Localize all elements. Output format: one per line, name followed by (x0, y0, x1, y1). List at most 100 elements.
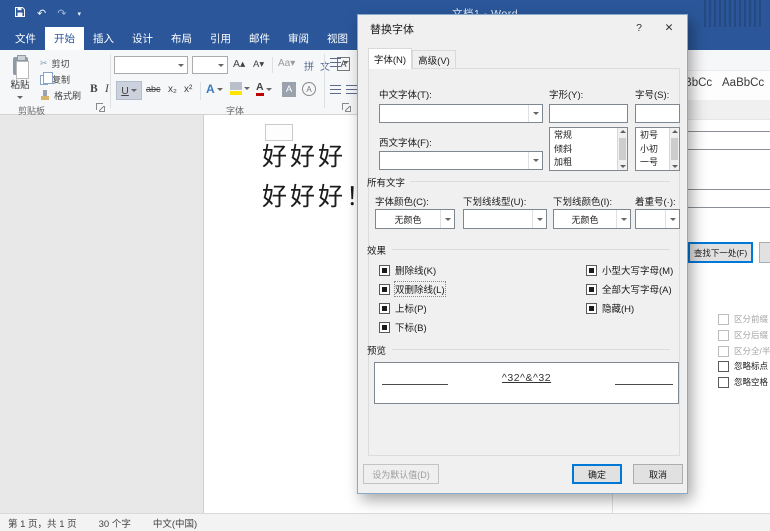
underline-color-label: 下划线颜色(I): (553, 194, 612, 208)
page-info[interactable]: 第 1 页，共 1 页 (8, 516, 77, 530)
font-color-combo[interactable]: 无颜色 (375, 209, 455, 229)
font-size-combo[interactable] (192, 56, 228, 74)
subscript-button[interactable]: x₂ (168, 84, 177, 95)
text-effects-icon: A (206, 82, 215, 96)
all-caps-checkbox[interactable]: 全部大写字母(A) (586, 282, 672, 296)
tab-home[interactable]: 开始 (45, 27, 84, 50)
cut-button[interactable]: ✂ 剪切 (40, 57, 70, 70)
text-effects-button[interactable]: A (206, 82, 223, 96)
checkbox-icon (718, 346, 729, 357)
chevron-down-icon (528, 105, 542, 122)
highlight-color-button[interactable] (230, 82, 250, 95)
list-item[interactable]: 初号 (640, 129, 665, 143)
phonetic-guide-button[interactable]: 拼 (304, 58, 314, 73)
status-bar: 第 1 页，共 1 页 30 个字 中文(中国) (0, 513, 770, 531)
strikethrough-checkbox[interactable]: 删除线(K) (379, 263, 436, 277)
underline-button[interactable]: U (116, 81, 142, 100)
paste-button[interactable]: 粘贴 (5, 54, 35, 104)
tab-references[interactable]: 引用 (201, 27, 240, 50)
chevron-down-icon (665, 210, 679, 228)
superscript-button[interactable]: x² (184, 84, 192, 95)
copy-button[interactable]: 复制 (40, 73, 70, 86)
chinese-font-combo[interactable] (379, 104, 543, 123)
list-item[interactable]: 常规 (554, 129, 613, 143)
clipboard-dialog-launcher-icon[interactable] (96, 103, 105, 112)
align-center-button[interactable] (346, 85, 357, 94)
western-font-label: 西文字体(F): (379, 135, 432, 149)
help-icon[interactable]: ? (628, 19, 650, 37)
font-size-field[interactable] (635, 104, 680, 123)
change-case-button[interactable]: Aa▾ (278, 58, 295, 69)
scrollbar[interactable] (669, 128, 679, 170)
font-style-field[interactable] (549, 104, 628, 123)
style-item[interactable]: AaBbCc (722, 77, 764, 89)
paste-label: 粘贴 (10, 77, 29, 91)
scrollbar-thumb[interactable] (671, 138, 678, 160)
checkbox-label: 忽略空格 (734, 376, 768, 388)
strikethrough-button[interactable]: abc (146, 84, 161, 94)
tab-font[interactable]: 字体(N) (368, 48, 412, 69)
grow-font-button[interactable]: A▴ (233, 58, 245, 70)
character-shading-button[interactable]: A (282, 82, 296, 97)
set-as-default-button[interactable]: 设为默认值(D) (363, 464, 439, 484)
cancel-button[interactable]: 取消 (633, 464, 683, 484)
characters-button[interactable]: 文 (320, 58, 330, 73)
qat-more-icon[interactable]: ▾ (77, 10, 81, 18)
language-status[interactable]: 中文(中国) (153, 516, 197, 530)
match-prefix-checkbox[interactable]: 区分前缀 (718, 313, 768, 325)
small-caps-checkbox[interactable]: 小型大写字母(M) (586, 263, 673, 277)
tab-insert[interactable]: 插入 (84, 27, 123, 50)
scrollbar-thumb[interactable] (619, 138, 626, 160)
emphasis-mark-combo[interactable] (635, 209, 680, 229)
enclose-characters-button[interactable]: A (302, 82, 316, 96)
format-painter-button[interactable]: 格式刷 (40, 89, 81, 102)
list-item[interactable]: 加粗 (554, 156, 613, 170)
tab-mailings[interactable]: 邮件 (240, 27, 279, 50)
font-size-listbox[interactable]: 初号 小初 一号 (635, 127, 680, 171)
align-left-button[interactable] (330, 85, 341, 94)
italic-button[interactable]: I (105, 83, 109, 95)
chevron-down-icon (174, 57, 187, 73)
align-center-icon (346, 85, 357, 94)
ignore-punctuation-checkbox[interactable]: 忽略标点 (718, 360, 768, 372)
tab-file[interactable]: 文件 (6, 27, 45, 50)
checkbox-indeterminate-icon (586, 284, 597, 295)
subscript-checkbox[interactable]: 下标(B) (379, 320, 427, 334)
checkbox-label: 全部大写字母(A) (602, 282, 672, 296)
find-dialog-button-partial[interactable] (759, 242, 770, 263)
scrollbar[interactable] (617, 128, 627, 170)
tab-design[interactable]: 设计 (123, 27, 162, 50)
bold-button[interactable]: B (90, 83, 98, 95)
font-name-combo[interactable] (114, 56, 188, 74)
undo-icon[interactable]: ↶ (37, 7, 46, 20)
bullets-button[interactable] (330, 58, 349, 67)
double-strikethrough-checkbox[interactable]: 双删除线(L) (379, 282, 445, 296)
list-item[interactable]: 一号 (640, 156, 665, 170)
list-item[interactable]: 小初 (640, 143, 665, 157)
find-next-button[interactable]: 查找下一处(F) (688, 242, 753, 263)
font-dialog-launcher-icon[interactable] (342, 103, 351, 112)
underline-color-combo[interactable]: 无颜色 (553, 209, 631, 229)
western-font-combo[interactable] (379, 151, 543, 170)
font-color-button[interactable]: A (256, 82, 272, 96)
chevron-down-icon (616, 210, 630, 228)
hidden-checkbox[interactable]: 隐藏(H) (586, 301, 634, 315)
ignore-whitespace-checkbox[interactable]: 忽略空格 (718, 376, 768, 388)
match-suffix-checkbox[interactable]: 区分后缀 (718, 329, 768, 341)
underline-style-combo[interactable] (463, 209, 547, 229)
chevron-down-icon (266, 88, 272, 94)
tab-advanced[interactable]: 高级(V) (412, 50, 456, 69)
redo-icon[interactable]: ↷ (57, 7, 66, 20)
tab-view[interactable]: 视图 (318, 27, 357, 50)
tab-layout[interactable]: 布局 (162, 27, 201, 50)
word-count[interactable]: 30 个字 (99, 516, 131, 530)
superscript-checkbox[interactable]: 上标(P) (379, 301, 427, 315)
list-item[interactable]: 倾斜 (554, 143, 613, 157)
ok-button[interactable]: 确定 (572, 464, 622, 484)
close-icon[interactable]: ✕ (658, 19, 680, 37)
font-style-listbox[interactable]: 常规 倾斜 加粗 (549, 127, 628, 171)
match-fullhalf-width-checkbox[interactable]: 区分全/半 (718, 345, 770, 357)
save-icon[interactable] (14, 6, 26, 21)
shrink-font-button[interactable]: A▾ (253, 59, 264, 70)
tab-review[interactable]: 审阅 (279, 27, 318, 50)
